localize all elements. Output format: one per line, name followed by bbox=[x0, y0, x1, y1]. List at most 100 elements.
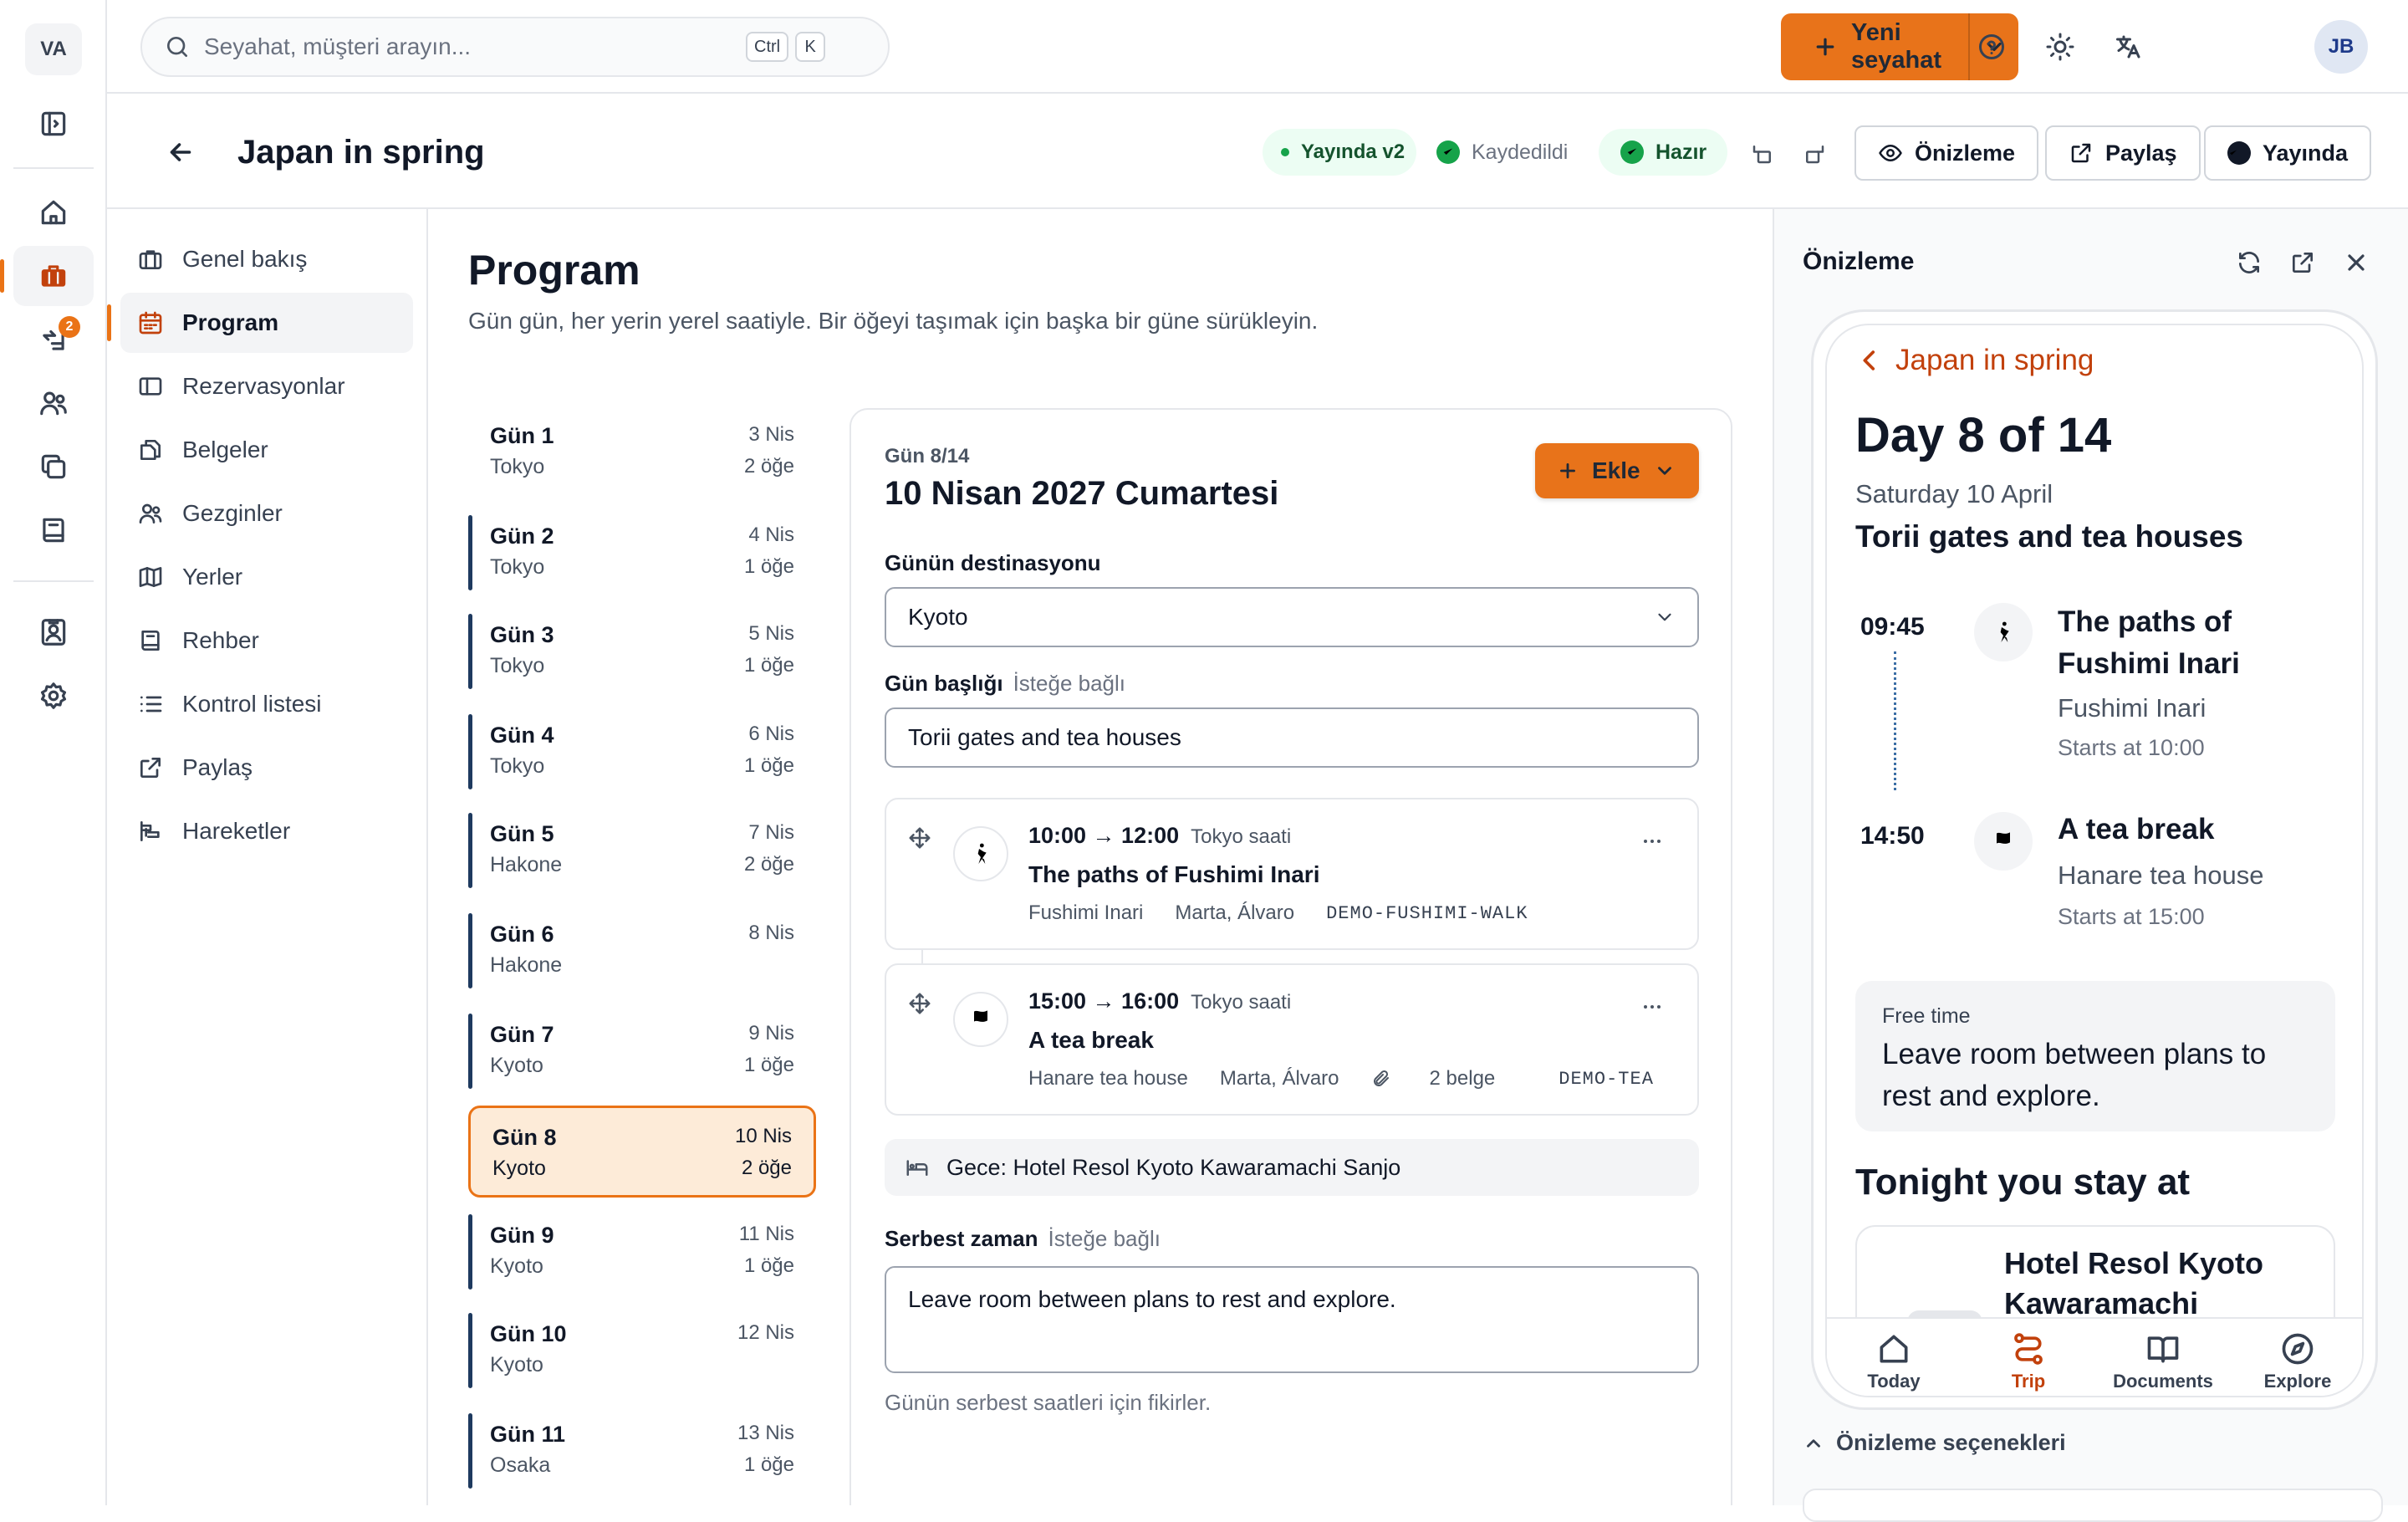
phone-item-time: 09:45 bbox=[1860, 613, 1925, 641]
section-overview[interactable]: Genel bakış bbox=[120, 229, 413, 289]
trip-section-nav: Genel bakış Program Rezervasyonlar Belge… bbox=[107, 209, 428, 1505]
add-item-button[interactable]: Ekle bbox=[1535, 443, 1699, 498]
global-search[interactable]: Ctrl K bbox=[140, 17, 890, 77]
day-list-item[interactable]: Gün 10 Kyoto 12 Nis bbox=[468, 1305, 816, 1397]
theme-toggle-button[interactable] bbox=[2037, 23, 2084, 70]
rail-divider bbox=[13, 167, 94, 169]
preview-options-toggle[interactable]: Önizleme seçenekleri bbox=[1803, 1430, 2066, 1456]
phone-frame: Japan in spring Day 8 of 14 Saturday 10 … bbox=[1811, 309, 2378, 1410]
section-documents[interactable]: Belgeler bbox=[120, 420, 413, 480]
day-index-label: Gün 8/14 bbox=[885, 445, 970, 467]
day-title-input[interactable]: Torii gates and tea houses bbox=[885, 707, 1699, 768]
refresh-button[interactable] bbox=[2229, 243, 2269, 283]
undo-button[interactable] bbox=[1747, 139, 1778, 169]
chevron-down-icon bbox=[1654, 460, 1676, 482]
section-program[interactable]: Program bbox=[107, 293, 413, 353]
phone-tab-trip[interactable]: Trip bbox=[1962, 1330, 2095, 1392]
day-list-item[interactable]: Gün 6 Hakone 8 Nis bbox=[468, 905, 816, 997]
free-time-label: Serbest zaman İsteğe bağlı bbox=[885, 1226, 1161, 1252]
phone-item-name[interactable]: The paths of Fushimi Inari bbox=[2058, 601, 2292, 685]
itinerary-item[interactable]: 10:00 → 12:00 Tokyo saati The paths of Fu… bbox=[885, 798, 1699, 950]
rail-home[interactable] bbox=[13, 182, 94, 243]
section-guide[interactable]: Rehber bbox=[120, 610, 413, 671]
calendar-icon bbox=[137, 309, 182, 336]
phone-tab-documents[interactable]: Documents bbox=[2096, 1330, 2230, 1392]
back-button[interactable] bbox=[157, 129, 204, 176]
section-places[interactable]: Yerler bbox=[120, 547, 413, 607]
section-label: Genel bakış bbox=[182, 246, 308, 272]
itinerary-item[interactable]: 15:00 → 16:00 Tokyo saati A tea break Han… bbox=[885, 963, 1699, 1116]
user-avatar[interactable]: JB bbox=[2314, 20, 2368, 74]
ready-status-button[interactable]: Hazır bbox=[1599, 129, 1727, 176]
section-label: Yerler bbox=[182, 564, 243, 590]
section-activity[interactable]: Hareketler bbox=[120, 801, 413, 861]
redo-button[interactable] bbox=[1799, 139, 1829, 169]
day-list-item[interactable]: Gün 3 Tokyo 5 Nis 1 öğe bbox=[468, 605, 816, 697]
item-meta: Hanare tea house Marta, Álvaro 2 belge D… bbox=[1028, 1067, 1686, 1090]
day-list-item[interactable]: Gün 4 Tokyo 6 Nis 1 öğe bbox=[468, 706, 816, 798]
day-list-item-selected[interactable]: Gün 8 Kyoto 10 Nis 2 öğe bbox=[468, 1106, 816, 1198]
more-options-icon[interactable] bbox=[1635, 998, 1669, 1015]
day-date: 7 Nis bbox=[748, 821, 794, 844]
tab-label: Today bbox=[1867, 1371, 1921, 1392]
close-preview-button[interactable] bbox=[2336, 243, 2376, 283]
day-city: Tokyo bbox=[490, 754, 545, 778]
rail-trips[interactable] bbox=[0, 246, 94, 306]
section-checklist[interactable]: Kontrol listesi bbox=[120, 674, 413, 734]
section-share[interactable]: Paylaş bbox=[120, 738, 413, 798]
drag-handle-icon[interactable] bbox=[906, 990, 933, 1017]
free-time-label-text: Serbest zaman bbox=[885, 1226, 1038, 1251]
phone-back-link[interactable]: Japan in spring bbox=[1855, 344, 2094, 377]
phone-item-name[interactable]: A tea break bbox=[2058, 809, 2214, 850]
section-travellers[interactable]: Gezginler bbox=[120, 483, 413, 544]
section-label: Hareketler bbox=[182, 818, 291, 844]
day-list-item[interactable]: Gün 1 Tokyo 3 Nis 2 öğe bbox=[468, 406, 816, 498]
free-time-textarea[interactable]: Leave room between plans to rest and exp… bbox=[885, 1266, 1699, 1373]
rail-library[interactable] bbox=[13, 437, 94, 497]
rail-contacts[interactable] bbox=[13, 602, 94, 662]
phone-item-starts: Starts at 15:00 bbox=[2058, 904, 2205, 929]
day-list-item[interactable]: Gün 9 Kyoto 11 Nis 1 öğe bbox=[468, 1206, 816, 1298]
day-list-item[interactable]: Gün 7 Kyoto 9 Nis 1 öğe bbox=[468, 1005, 816, 1097]
item-documents[interactable]: 2 belge bbox=[1371, 1067, 1528, 1090]
help-button[interactable] bbox=[1968, 23, 2015, 70]
more-options-icon[interactable] bbox=[1635, 833, 1669, 850]
phone-hotel-name: Hotel Resol Kyoto Kawaramachi bbox=[2004, 1246, 2264, 1320]
day-city: Hakone bbox=[490, 853, 563, 876]
phone-day-heading: Day 8 of 14 bbox=[1855, 408, 2112, 462]
day-list-item[interactable]: Gün 11 Osaka 13 Nis 1 öğe bbox=[468, 1405, 816, 1497]
day-city: Osaka bbox=[490, 1453, 551, 1477]
rail-guides[interactable] bbox=[13, 500, 94, 560]
sidebar-toggle[interactable] bbox=[13, 94, 94, 154]
phone-tonight-heading: Tonight you stay at bbox=[1855, 1162, 2191, 1203]
plus-icon bbox=[1557, 460, 1579, 482]
day-title-value: Torii gates and tea houses bbox=[908, 724, 1181, 750]
destination-select[interactable]: Kyoto bbox=[885, 587, 1699, 647]
eye-icon bbox=[1878, 140, 1915, 166]
phone-screen: Japan in spring Day 8 of 14 Saturday 10 … bbox=[1825, 324, 2364, 1397]
preview-button[interactable]: Önizleme bbox=[1854, 125, 2039, 181]
day-list-item[interactable]: Gün 5 Hakone 7 Nis 2 öğe bbox=[468, 804, 816, 896]
rail-settings[interactable] bbox=[13, 666, 94, 726]
search-input[interactable] bbox=[204, 33, 739, 60]
section-bookings[interactable]: Rezervasyonlar bbox=[120, 356, 413, 416]
rail-requests[interactable]: 2 bbox=[13, 309, 94, 370]
day-name: Gün 6 bbox=[490, 922, 554, 947]
publish-button[interactable]: Yayında bbox=[2204, 125, 2372, 181]
phone-tab-today[interactable]: Today bbox=[1827, 1330, 1961, 1392]
share-icon bbox=[137, 754, 182, 781]
open-external-button[interactable] bbox=[2283, 243, 2323, 283]
language-button[interactable] bbox=[2105, 23, 2152, 70]
workspace-switcher[interactable]: VA bbox=[25, 23, 82, 75]
drag-handle-icon[interactable] bbox=[906, 825, 933, 851]
phone-tab-explore[interactable]: Explore bbox=[2231, 1330, 2362, 1392]
item-travellers: Marta, Álvaro bbox=[1175, 901, 1295, 924]
day-item-count: 2 öğe bbox=[743, 455, 794, 478]
share-button[interactable]: Paylaş bbox=[2045, 125, 2201, 181]
rail-clients[interactable] bbox=[13, 373, 94, 433]
overnight-stay[interactable]: Gece: Hotel Resol Kyoto Kawaramachi Sanj… bbox=[885, 1139, 1699, 1196]
section-label: Belgeler bbox=[182, 437, 268, 462]
day-item-count: 1 öğe bbox=[743, 1453, 794, 1476]
day-list-item[interactable]: Gün 2 Tokyo 4 Nis 1 öğe bbox=[468, 507, 816, 599]
new-trip-button[interactable]: Yeni seyahat bbox=[1781, 19, 1968, 74]
